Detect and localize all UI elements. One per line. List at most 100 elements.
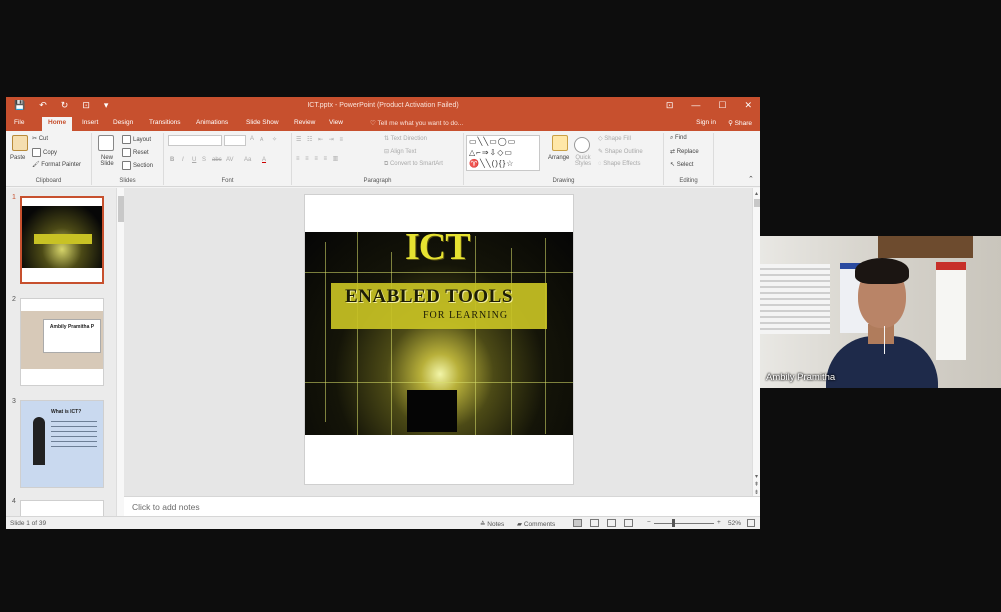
quick-styles-icon[interactable] xyxy=(574,137,590,153)
convert-smartart-button[interactable]: ⧉ Convert to SmartArt xyxy=(384,161,443,168)
zoom-percentage[interactable]: 52% xyxy=(728,520,741,527)
replace-icon: ⇄ xyxy=(670,149,677,155)
tab-animations[interactable]: Animations xyxy=(196,119,228,126)
clear-format-icon[interactable]: ✧ xyxy=(272,136,277,143)
zoom-slider[interactable] xyxy=(654,523,714,524)
notes-placeholder: Click to add notes xyxy=(132,502,200,512)
align-buttons[interactable]: ≡ ≡ ≡ ≡ ▥ xyxy=(296,155,340,162)
slide-subtitle-line1[interactable]: ENABLED TOOLS xyxy=(345,286,513,308)
share-button[interactable]: ⚲ Share xyxy=(728,119,752,127)
shape-fill-button[interactable]: ◇ Shape Fill xyxy=(598,135,631,142)
comment-icon: ▰ xyxy=(517,521,524,528)
shape-effects-button[interactable]: ◌ Shape Effects xyxy=(598,161,640,167)
tab-transitions[interactable]: Transitions xyxy=(149,119,181,126)
group-slides: New Slide Layout Reset Section Slides xyxy=(92,133,164,185)
tell-me-search[interactable]: ♡ Tell me what you want to do... xyxy=(370,119,463,127)
normal-view-icon[interactable] xyxy=(573,519,582,527)
thumbnails-scrollbar[interactable] xyxy=(116,188,124,516)
list-buttons[interactable]: ☰ ☷ ⇤ ⇥ ≡ xyxy=(296,136,345,143)
align-text-button[interactable]: ⊟ Align Text xyxy=(384,148,416,155)
view-buttons xyxy=(573,519,633,527)
slide-sorter-icon[interactable] xyxy=(590,519,599,527)
next-slide-icon[interactable]: ⇟ xyxy=(753,489,760,496)
scroll-down-icon[interactable]: ▾ xyxy=(753,473,760,480)
tab-view[interactable]: View xyxy=(329,119,343,126)
quick-styles-button[interactable]: Quick Styles xyxy=(572,155,594,167)
font-size-box[interactable] xyxy=(224,135,246,146)
section-button[interactable]: Section xyxy=(122,161,153,170)
tab-design[interactable]: Design xyxy=(113,119,133,126)
collapse-ribbon-icon[interactable]: ⌃ xyxy=(748,175,754,183)
copy-button[interactable]: Copy xyxy=(32,148,57,157)
shape-outline-button[interactable]: ✎ Shape Outline xyxy=(598,148,643,155)
slide-thumbnail-1[interactable] xyxy=(20,196,104,284)
group-label-editing: Editing xyxy=(679,178,698,184)
layout-button[interactable]: Layout xyxy=(122,135,151,144)
paste-icon[interactable] xyxy=(12,135,28,151)
scroll-thumb[interactable] xyxy=(753,199,760,207)
replace-button[interactable]: ⇄ Replace xyxy=(670,148,699,155)
previous-slide-icon[interactable]: ⇞ xyxy=(753,481,760,488)
tab-slide-show[interactable]: Slide Show xyxy=(246,119,279,126)
new-slide-icon[interactable] xyxy=(98,135,114,151)
zoom-in-button[interactable]: + xyxy=(717,519,721,526)
underline-button[interactable]: U xyxy=(192,157,196,163)
grow-font-button[interactable]: A xyxy=(250,136,254,142)
light-streak xyxy=(391,252,392,435)
shadow-button[interactable]: S xyxy=(202,157,206,163)
strikethrough-button[interactable]: abc xyxy=(212,157,222,163)
text-direction-button[interactable]: ⇅ Text Direction xyxy=(384,135,427,142)
slide-title[interactable]: ICT xyxy=(405,225,471,269)
zoom-slider-handle[interactable] xyxy=(672,519,675,527)
sign-in-link[interactable]: Sign in xyxy=(696,119,716,126)
shrink-font-button[interactable]: A xyxy=(260,137,263,143)
char-spacing-button[interactable]: AV xyxy=(226,157,234,163)
ribbon-display-icon[interactable]: ⊡ xyxy=(666,100,674,111)
arrange-icon[interactable] xyxy=(552,135,568,151)
editor-scrollbar[interactable]: ▴ ▾ ⇞ ⇟ xyxy=(752,188,760,496)
tab-file[interactable]: File xyxy=(14,119,24,126)
font-family-box[interactable] xyxy=(168,135,222,146)
zoom-out-button[interactable]: − xyxy=(647,519,651,526)
light-streak xyxy=(475,236,476,435)
minimize-icon[interactable]: — xyxy=(691,100,700,111)
paste-button[interactable]: Paste xyxy=(10,155,25,161)
slide-subtitle-line2[interactable]: FOR LEARNING xyxy=(423,310,508,321)
format-painter-button[interactable]: 🖌 Format Painter xyxy=(32,161,81,168)
reset-button[interactable]: Reset xyxy=(122,148,149,157)
comments-button[interactable]: ▰ Comments xyxy=(517,520,555,528)
current-slide[interactable]: ICT ENABLED TOOLS FOR LEARNING xyxy=(304,194,574,485)
find-button[interactable]: ⌕ Find xyxy=(670,135,687,142)
participant-hair xyxy=(855,258,909,284)
scroll-up-icon[interactable]: ▴ xyxy=(753,190,760,197)
tab-home[interactable]: Home xyxy=(42,117,73,131)
slide-thumbnail-3[interactable]: What is ICT? xyxy=(20,400,104,488)
notes-toggle-button[interactable]: ≙ Notes xyxy=(480,520,504,528)
maximize-icon[interactable]: ☐ xyxy=(718,100,726,111)
slideshow-view-icon[interactable] xyxy=(624,519,633,527)
group-font: A A ✧ B I U S abc AV Aa A Font xyxy=(164,133,292,185)
tab-review[interactable]: Review xyxy=(294,119,315,126)
arrange-button[interactable]: Arrange xyxy=(548,155,569,161)
close-icon[interactable]: ✕ xyxy=(744,100,752,111)
slide-indicator: Slide 1 of 39 xyxy=(10,520,47,527)
cut-button[interactable]: ✂ Cut xyxy=(32,135,48,142)
shapes-gallery[interactable]: ▭╲╲▭◯▭ △⌐⇒⇩◇▭ ♈╲╲(){}☆ xyxy=(466,135,540,171)
notes-pane[interactable]: Click to add notes xyxy=(124,496,760,516)
reading-view-icon[interactable] xyxy=(607,519,616,527)
brush-icon: 🖌 xyxy=(32,162,42,168)
earphone-wire xyxy=(884,326,885,354)
fit-to-window-icon[interactable] xyxy=(747,519,755,527)
light-streak xyxy=(305,272,573,273)
select-button[interactable]: ↖ Select xyxy=(670,161,693,168)
tab-insert[interactable]: Insert xyxy=(82,119,98,126)
group-drawing: ▭╲╲▭◯▭ △⌐⇒⇩◇▭ ♈╲╲(){}☆ Arrange Quick Sty… xyxy=(464,133,664,185)
participant-video-tile[interactable]: Ambily Pramitha xyxy=(760,236,1001,388)
new-slide-button[interactable]: New Slide xyxy=(96,155,118,167)
change-case-button[interactable]: Aa xyxy=(244,157,251,163)
italic-button[interactable]: I xyxy=(182,157,184,163)
slide-thumbnail-2[interactable]: Ambily Pramitha P xyxy=(20,298,104,386)
bold-button[interactable]: B xyxy=(170,157,174,163)
powerpoint-window: 💾 ↶ ↻ ⊡ ▾ ICT.pptx - PowerPoint (Product… xyxy=(6,97,760,529)
font-color-button[interactable]: A xyxy=(262,157,266,163)
